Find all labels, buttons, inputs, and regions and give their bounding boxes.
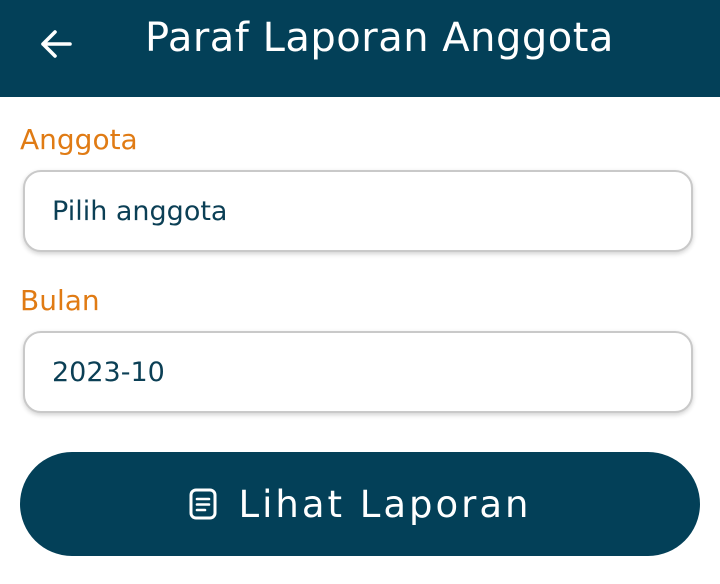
month-field[interactable]: 2023-10 bbox=[23, 331, 693, 413]
member-select-value: Pilih anggota bbox=[52, 195, 228, 227]
month-field-label: Bulan bbox=[20, 284, 100, 317]
back-button[interactable] bbox=[30, 20, 82, 72]
view-report-button-label: Lihat Laporan bbox=[238, 482, 532, 526]
app-bar: Paraf Laporan Anggota bbox=[0, 0, 720, 97]
view-report-button[interactable]: Lihat Laporan bbox=[20, 452, 700, 556]
arrow-left-icon bbox=[36, 24, 76, 68]
member-select[interactable]: Pilih anggota bbox=[23, 170, 693, 252]
document-icon bbox=[188, 487, 218, 521]
month-field-value: 2023-10 bbox=[52, 356, 165, 388]
member-field-label: Anggota bbox=[20, 123, 138, 156]
page-title: Paraf Laporan Anggota bbox=[145, 15, 614, 61]
